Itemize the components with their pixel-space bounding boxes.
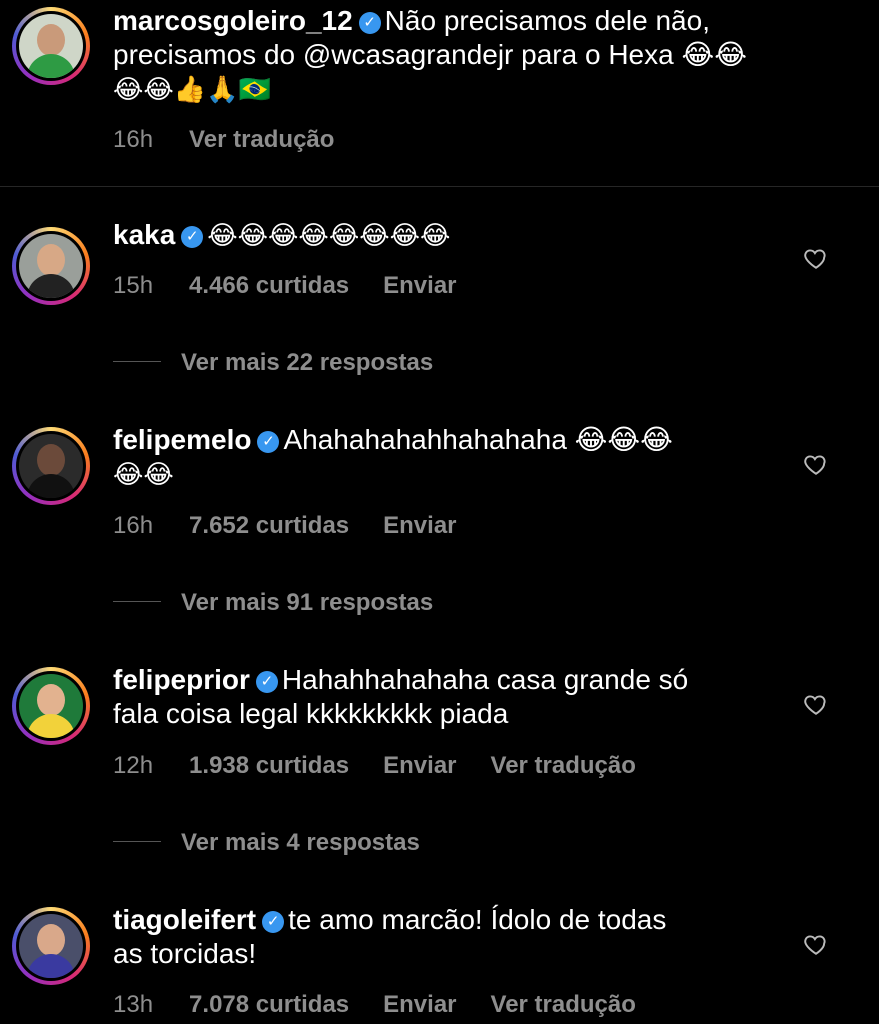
replies-line (113, 601, 161, 602)
verified-badge-icon: ✓ (181, 226, 204, 248)
verified-badge-icon: ✓ (262, 911, 285, 933)
caption-line-1: Não precisamos dele não, (384, 5, 710, 36)
view-replies-label[interactable]: Ver mais 22 respostas (181, 349, 433, 376)
translate-link[interactable]: Ver tradução (491, 752, 636, 779)
caption-line-3: 😂😂👍🙏🇧🇷 (113, 74, 271, 104)
heart-outline-icon[interactable] (803, 691, 829, 717)
heart-outline-icon[interactable] (803, 451, 829, 477)
likes-count[interactable]: 1.938 curtidas (189, 752, 349, 779)
comment-meta: 16h 7.652 curtidas Enviar (113, 512, 491, 540)
replies-line (113, 841, 161, 842)
view-replies-label[interactable]: Ver mais 4 respostas (181, 829, 420, 856)
reply-button[interactable]: Enviar (383, 991, 456, 1018)
heart-outline-icon[interactable] (803, 931, 829, 957)
comment-text-line-1: te amo marcão! Ídolo de todas (288, 904, 667, 935)
reply-button[interactable]: Enviar (383, 512, 456, 539)
comment-meta: 15h 4.466 curtidas Enviar (113, 272, 491, 300)
comment-text-line-1: Hahahhahahaha casa grande só (281, 664, 689, 695)
comment-meta: 12h 1.938 curtidas Enviar Ver tradução (113, 752, 670, 780)
username[interactable]: kaka (113, 219, 175, 250)
view-replies-label[interactable]: Ver mais 91 respostas (181, 589, 433, 616)
likes-count[interactable]: 7.078 curtidas (189, 991, 349, 1018)
likes-count[interactable]: 4.466 curtidas (189, 272, 349, 299)
divider (0, 186, 879, 187)
reply-button[interactable]: Enviar (383, 752, 456, 779)
heart-outline-icon[interactable] (803, 245, 829, 271)
verified-badge-icon: ✓ (257, 431, 280, 453)
comment-text-line-1: Ahahahahahhahahaha 😂😂😂 (283, 424, 673, 455)
username[interactable]: felipemelo (113, 424, 251, 455)
timestamp: 13h (113, 991, 154, 1018)
translate-link[interactable]: Ver tradução (189, 126, 334, 153)
replies-line (113, 361, 161, 362)
avatar-marcosgoleiro[interactable] (12, 7, 90, 85)
comment-meta: 13h 7.078 curtidas Enviar Ver tradução (113, 991, 670, 1019)
username[interactable]: marcosgoleiro_12 (113, 5, 353, 36)
timestamp: 16h (113, 126, 154, 153)
comment-text: 😂😂😂😂😂😂😂😂 (207, 220, 451, 250)
caption-text: marcosgoleiro_12 ✓ Não precisamos dele não… (113, 4, 819, 106)
username[interactable]: felipeprior (113, 664, 250, 695)
avatar-kaka[interactable] (12, 227, 90, 305)
reply-button[interactable]: Enviar (383, 272, 456, 299)
timestamp: 12h (113, 752, 154, 779)
translate-link[interactable]: Ver tradução (491, 991, 636, 1018)
comment-text-line-2: 😂😂 (113, 459, 174, 489)
avatar-felipemelo[interactable] (12, 427, 90, 505)
view-replies[interactable]: Ver mais 91 respostas (113, 589, 433, 617)
caption-line-2: precisamos do @wcasagrandejr para o Hexa… (113, 39, 747, 70)
username[interactable]: tiagoleifert (113, 904, 256, 935)
caption-meta: 16h Ver tradução (113, 126, 368, 154)
verified-badge-icon: ✓ (255, 671, 278, 693)
view-replies[interactable]: Ver mais 4 respostas (113, 829, 420, 857)
comment-text-line-2: fala coisa legal kkkkkkkkk piada (113, 698, 509, 729)
view-replies[interactable]: Ver mais 22 respostas (113, 349, 433, 377)
timestamp: 15h (113, 272, 154, 299)
comment-text-line-2: as torcidas! (113, 938, 257, 969)
timestamp: 16h (113, 512, 154, 539)
avatar-tiagoleifert[interactable] (12, 907, 90, 985)
likes-count[interactable]: 7.652 curtidas (189, 512, 349, 539)
verified-badge-icon: ✓ (358, 12, 381, 34)
avatar-felipeprior[interactable] (12, 667, 90, 745)
